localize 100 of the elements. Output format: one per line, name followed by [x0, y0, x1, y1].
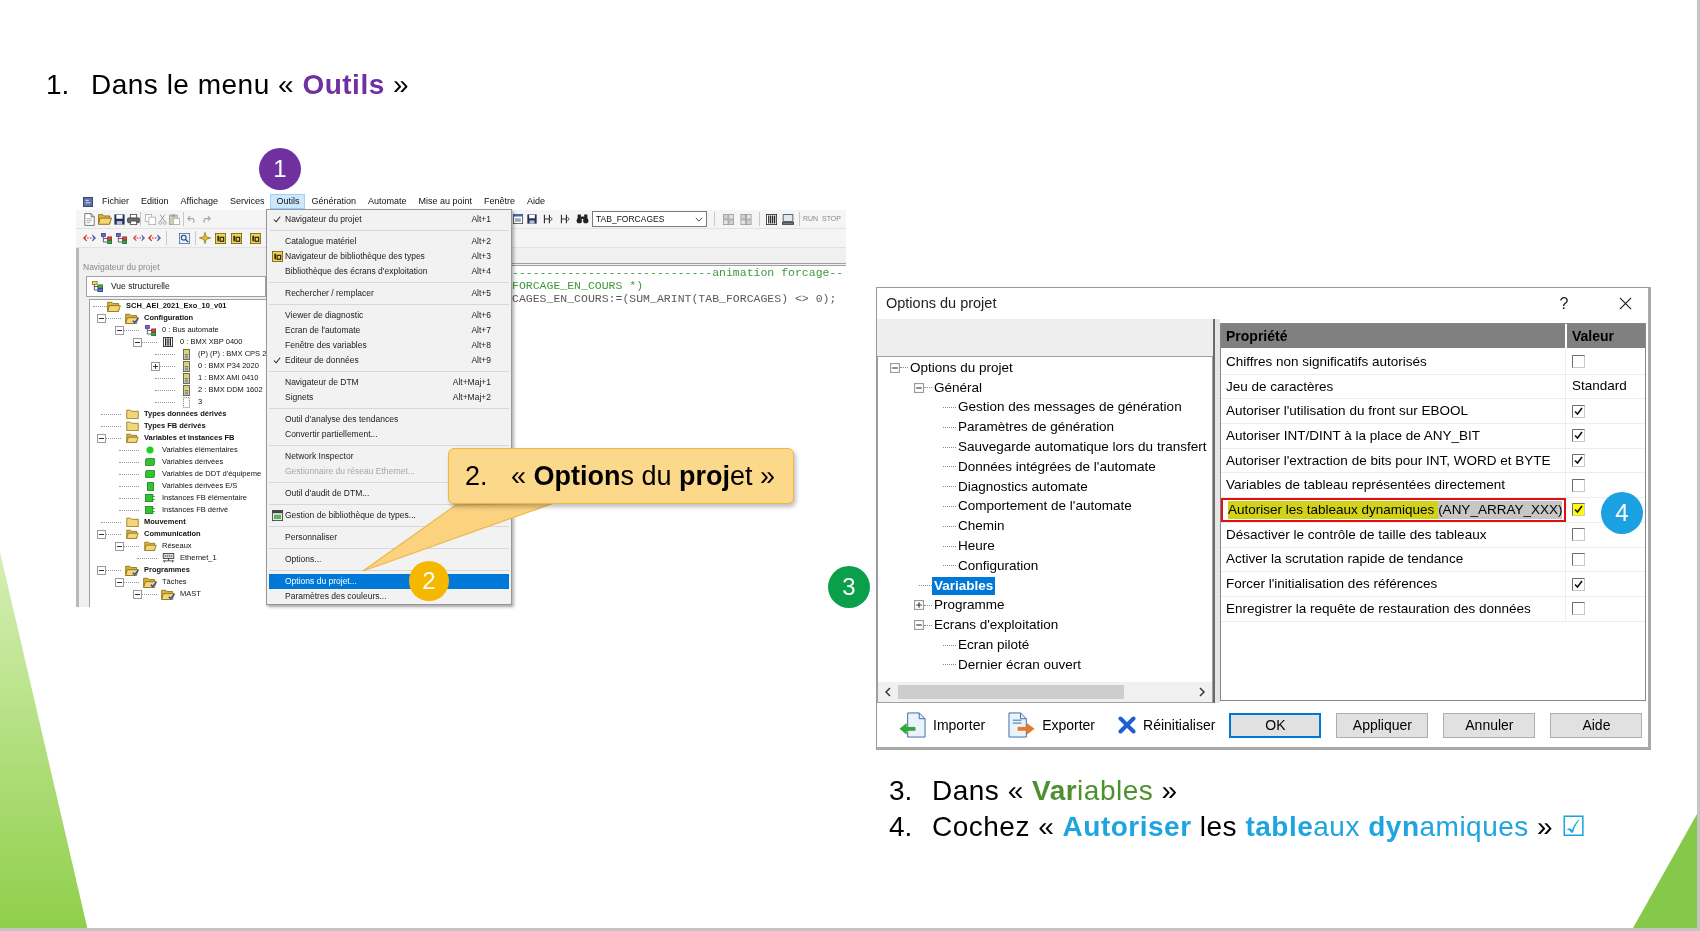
minus-box-icon[interactable] [97, 433, 106, 443]
dialog-button[interactable]: Annuler [1443, 712, 1536, 738]
dialog-button[interactable]: Importer [897, 710, 988, 740]
tree-item[interactable]: Sauvegarde automatique lors du transfert [956, 438, 1209, 457]
dialog-button[interactable]: OK [1229, 712, 1322, 738]
minus-box-icon[interactable] [115, 325, 124, 335]
minus-box-icon[interactable] [97, 565, 106, 575]
plus-box-icon[interactable] [151, 361, 160, 371]
connector-icon[interactable] [543, 214, 553, 224]
clipboard-icon[interactable] [169, 213, 180, 225]
menu-item[interactable]: Génération [305, 194, 362, 209]
menu-item[interactable]: Convertir partiellement... [269, 427, 382, 442]
checkbox[interactable] [1572, 478, 1585, 492]
menu-item[interactable]: Navigateur de DTM Alt+Maj+1 [269, 375, 509, 390]
splitter[interactable] [1213, 319, 1220, 703]
dialog-button[interactable]: Aide [1550, 712, 1643, 738]
tree-item[interactable]: Général [932, 378, 985, 397]
menu-item[interactable]: Personnaliser [269, 530, 341, 545]
plus-box-icon[interactable] [914, 600, 924, 611]
window-icon[interactable] [513, 214, 523, 224]
menu-item[interactable]: Outil d'analyse des tendances [269, 412, 403, 427]
dialog-button[interactable]: Réinitialiser [1116, 710, 1218, 740]
chevron-right-icon[interactable] [1199, 687, 1205, 697]
chevron-left-icon[interactable] [885, 687, 891, 697]
menu-item[interactable]: Outil d'audit de DTM... [269, 486, 374, 501]
dialog-button[interactable]: Exporter [1006, 710, 1098, 740]
tree-item[interactable]: Chemin [956, 517, 1007, 536]
checkbox[interactable] [1572, 355, 1585, 369]
menu-item[interactable]: Paramètres des couleurs... [269, 589, 391, 604]
menu-item[interactable]: Edition [135, 194, 175, 209]
columns-icon[interactable] [766, 213, 777, 225]
tile-icon[interactable] [215, 232, 226, 244]
menu-item[interactable]: Aide [521, 194, 552, 209]
tree-item[interactable]: Gestion des messages de génération [956, 398, 1184, 417]
search-icon[interactable] [179, 232, 190, 244]
menu-item[interactable]: Bibliothèque des écrans d'exploitation Alt+4 [269, 264, 509, 279]
tree-item[interactable]: Variables [932, 576, 996, 595]
help-button[interactable]: ? [1551, 290, 1577, 317]
new-file-icon[interactable] [84, 212, 95, 226]
open-folder-icon[interactable] [98, 213, 112, 225]
tree-item[interactable]: Options du projet [908, 358, 1015, 377]
minus-box-icon[interactable] [133, 589, 142, 599]
menu-item[interactable]: Options... [269, 552, 326, 567]
checkbox[interactable] [1572, 429, 1585, 443]
sparkle-icon[interactable] [199, 232, 211, 244]
tree-item[interactable]: Diagnostics automate [956, 477, 1090, 496]
minus-box-icon[interactable] [115, 541, 124, 551]
dialog-button[interactable]: Appliquer [1336, 712, 1429, 738]
menu-item[interactable]: Rechercher / remplacer Alt+5 [269, 286, 509, 301]
tree-item[interactable]: Comportement de l'automate [956, 497, 1134, 516]
checkbox[interactable] [1572, 454, 1585, 468]
minus-box-icon[interactable] [133, 337, 142, 347]
arrows-icon[interactable] [83, 233, 96, 243]
checkbox[interactable] [1572, 602, 1585, 616]
dropdown[interactable]: TAB_FORCAGES [592, 211, 707, 227]
menu-item[interactable]: Network Inspector [269, 449, 358, 464]
tree-item[interactable]: Données intégrées de l'automate [956, 457, 1158, 476]
menu-item[interactable]: Fichier [96, 194, 135, 209]
scroll-thumb[interactable] [898, 685, 1124, 699]
checkbox[interactable] [1572, 503, 1585, 517]
tile-icon[interactable] [250, 232, 261, 244]
tile-icon[interactable] [231, 232, 242, 244]
menu-item[interactable]: Editeur de données Alt+9 [269, 353, 509, 368]
menu-item[interactable]: Ecran de l'automate Alt+7 [269, 323, 509, 338]
minus-box-icon[interactable] [115, 577, 124, 587]
arrows-icon[interactable] [133, 233, 145, 243]
checkbox[interactable] [1572, 552, 1585, 566]
menu-item[interactable]: Services [223, 194, 271, 209]
scrollbar[interactable] [878, 682, 1212, 702]
menu-item[interactable]: Affichage [174, 194, 224, 209]
menu-item[interactable]: Viewer de diagnostic Alt+6 [269, 308, 509, 323]
menu-item[interactable]: Navigateur du projet Alt+1 [269, 212, 509, 227]
tree-item[interactable]: Ecran piloté [956, 636, 1032, 655]
tree-item[interactable]: Paramètres de génération [956, 418, 1117, 437]
menu-item[interactable]: Fenêtre des variables Alt+8 [269, 338, 509, 353]
checkbox[interactable] [1572, 577, 1585, 591]
tree-item[interactable]: Programme [932, 596, 1007, 615]
printer-icon[interactable] [127, 213, 140, 225]
menu-item[interactable]: Mise au point [412, 194, 479, 209]
tree-item[interactable]: Heure [956, 537, 997, 556]
tree-item[interactable]: Dernier écran ouvert [956, 655, 1084, 674]
menu-item[interactable]: Outils [270, 194, 306, 209]
monitor-icon[interactable] [782, 213, 794, 225]
menu-item[interactable]: Automate [362, 194, 413, 209]
tree-item[interactable]: Ecrans d'exploitation [932, 616, 1061, 635]
menu-item[interactable]: Signets Alt+Maj+2 [269, 390, 509, 405]
binoculars-icon[interactable] [576, 214, 589, 224]
menu-item[interactable]: Fenêtre [478, 194, 522, 209]
app-icon[interactable] [83, 196, 93, 207]
tree-item[interactable]: Configuration [956, 556, 1041, 575]
nodes-icon[interactable] [101, 232, 112, 244]
menu-item[interactable]: Navigateur de bibliothèque des types Alt+3 [269, 249, 509, 264]
checkbox[interactable] [1572, 528, 1585, 542]
menu-item[interactable]: Gestion de bibliothèque de types... [269, 508, 420, 523]
menu-item[interactable]: Options du projet... [269, 574, 361, 589]
checkbox[interactable] [1572, 404, 1585, 418]
connector-icon[interactable] [560, 214, 570, 224]
arrows-icon[interactable] [148, 233, 161, 243]
minus-box-icon[interactable] [97, 313, 106, 323]
menu-item[interactable]: Catalogue matériel Alt+2 [269, 234, 509, 249]
